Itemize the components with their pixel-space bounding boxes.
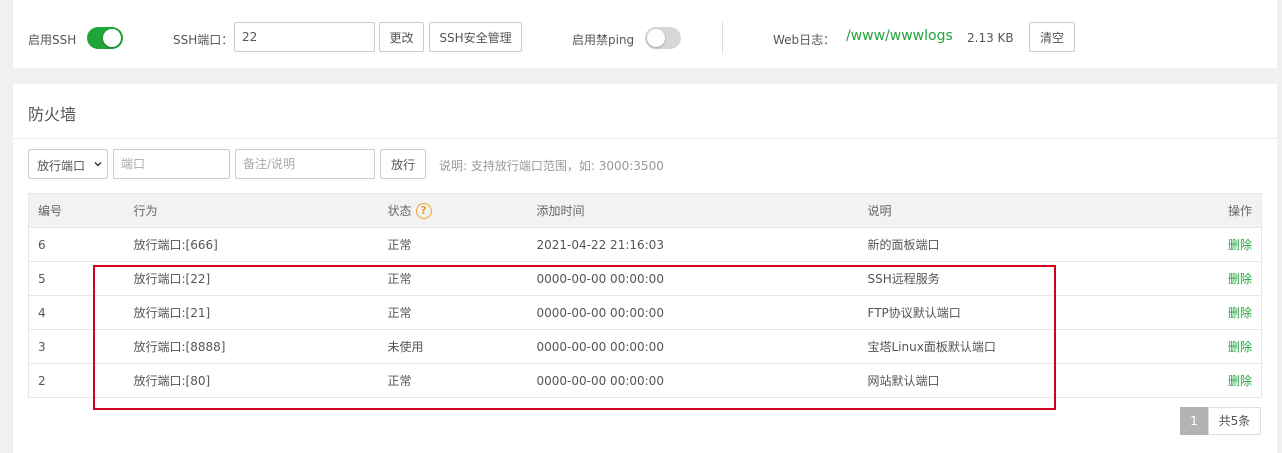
settings-panel: 启用SSH SSH端口： 更改 SSH安全管理 启用禁ping Web日志： /… — [13, 0, 1277, 68]
delete-rule-link[interactable]: 删除 — [1228, 306, 1252, 320]
cell-status: 未使用 — [378, 329, 528, 364]
cell-action: 放行端口:[22] — [124, 261, 379, 296]
rule-type-select-value: 放行端口 — [37, 159, 86, 173]
ssh-port-input[interactable] — [234, 22, 375, 52]
cell-note: 新的面板端口 — [858, 227, 1159, 262]
cell-added: 2021-04-22 21:16:03 — [527, 227, 859, 262]
cell-op: 删除 — [1158, 261, 1262, 296]
settings-divider — [722, 22, 723, 54]
cell-op: 删除 — [1158, 363, 1262, 398]
cell-added: 0000-00-00 00:00:00 — [527, 329, 859, 364]
col-header-status: 状态? — [378, 193, 528, 228]
ssh-port-change-button[interactable]: 更改 — [379, 22, 424, 52]
delete-rule-link[interactable]: 删除 — [1228, 374, 1252, 388]
cell-id: 2 — [28, 363, 125, 398]
firewall-title-divider — [13, 138, 1277, 139]
rule-type-select[interactable]: 放行端口 — [28, 149, 108, 179]
cell-action: 放行端口:[21] — [124, 295, 379, 330]
ssh-enable-label: 启用SSH — [28, 33, 77, 47]
delete-rule-link[interactable]: 删除 — [1228, 238, 1252, 252]
cell-id: 5 — [28, 261, 125, 296]
cell-id: 4 — [28, 295, 125, 330]
table-row: 2 放行端口:[80] 正常 0000-00-00 00:00:00 网站默认端… — [28, 363, 1262, 398]
col-header-op: 操作 — [1158, 193, 1262, 228]
cell-status: 正常 — [378, 227, 528, 262]
table-row: 6 放行端口:[666] 正常 2021-04-22 21:16:03 新的面板… — [28, 227, 1262, 262]
table-row: 5 放行端口:[22] 正常 0000-00-00 00:00:00 SSH远程… — [28, 261, 1262, 296]
ssh-security-manage-button[interactable]: SSH安全管理 — [429, 22, 522, 52]
cell-added: 0000-00-00 00:00:00 — [527, 261, 859, 296]
cell-op: 删除 — [1158, 227, 1262, 262]
weblog-path-link[interactable]: /www/wwwlogs — [846, 28, 953, 44]
weblog-label: Web日志： — [773, 33, 836, 47]
col-header-id: 编号 — [28, 193, 125, 228]
ping-toggle[interactable] — [645, 27, 681, 49]
col-header-action: 行为 — [124, 193, 379, 228]
cell-note: 网站默认端口 — [858, 363, 1159, 398]
pagination-current-page[interactable]: 1 — [1180, 407, 1208, 435]
cell-note: FTP协议默认端口 — [858, 295, 1159, 330]
cell-status: 正常 — [378, 363, 528, 398]
firewall-title: 防火墙 — [28, 105, 77, 124]
cell-action: 放行端口:[80] — [124, 363, 379, 398]
table-row: 4 放行端口:[21] 正常 0000-00-00 00:00:00 FTP协议… — [28, 295, 1262, 330]
ssh-port-label: SSH端口： — [173, 33, 234, 47]
port-range-hint: 说明: 支持放行端口范围，如: 3000:3500 — [439, 159, 664, 173]
cell-id: 6 — [28, 227, 125, 262]
col-header-status-label: 状态 — [387, 203, 412, 218]
cell-action: 放行端口:[8888] — [124, 329, 379, 364]
col-header-added: 添加时间 — [527, 193, 859, 228]
firewall-rules-table: 编号 行为 状态? 添加时间 说明 操作 6 放行端口:[666] 正常 202… — [28, 193, 1262, 398]
delete-rule-link[interactable]: 删除 — [1228, 340, 1252, 354]
weblog-size: 2.13 KB — [967, 31, 1014, 45]
note-input[interactable] — [235, 149, 375, 179]
cell-id: 3 — [28, 329, 125, 364]
cell-op: 删除 — [1158, 295, 1262, 330]
col-header-note: 说明 — [858, 193, 1159, 228]
ping-label: 启用禁ping — [572, 33, 635, 47]
ssh-toggle-knob — [103, 29, 121, 47]
firewall-panel: 防火墙 放行端口 放行 说明: 支持放行端口范围，如: 3000:3500 编号… — [13, 84, 1277, 453]
cell-status: 正常 — [378, 295, 528, 330]
delete-rule-link[interactable]: 删除 — [1228, 272, 1252, 286]
cell-note: 宝塔Linux面板默认端口 — [858, 329, 1159, 364]
chevron-down-icon — [94, 162, 102, 167]
ssh-toggle[interactable] — [87, 27, 123, 49]
allow-port-button[interactable]: 放行 — [380, 149, 426, 179]
cell-added: 0000-00-00 00:00:00 — [527, 363, 859, 398]
table-header-row: 编号 行为 状态? 添加时间 说明 操作 — [28, 193, 1262, 228]
pagination-total: 共5条 — [1208, 407, 1261, 435]
port-input[interactable] — [113, 149, 230, 179]
cell-added: 0000-00-00 00:00:00 — [527, 295, 859, 330]
question-circle-icon[interactable]: ? — [415, 203, 432, 220]
cell-action: 放行端口:[666] — [124, 227, 379, 262]
cell-status: 正常 — [378, 261, 528, 296]
table-row: 3 放行端口:[8888] 未使用 0000-00-00 00:00:00 宝塔… — [28, 329, 1262, 364]
ping-toggle-knob — [647, 29, 665, 47]
cell-op: 删除 — [1158, 329, 1262, 364]
cell-note: SSH远程服务 — [858, 261, 1159, 296]
weblog-clear-button[interactable]: 清空 — [1029, 22, 1075, 52]
